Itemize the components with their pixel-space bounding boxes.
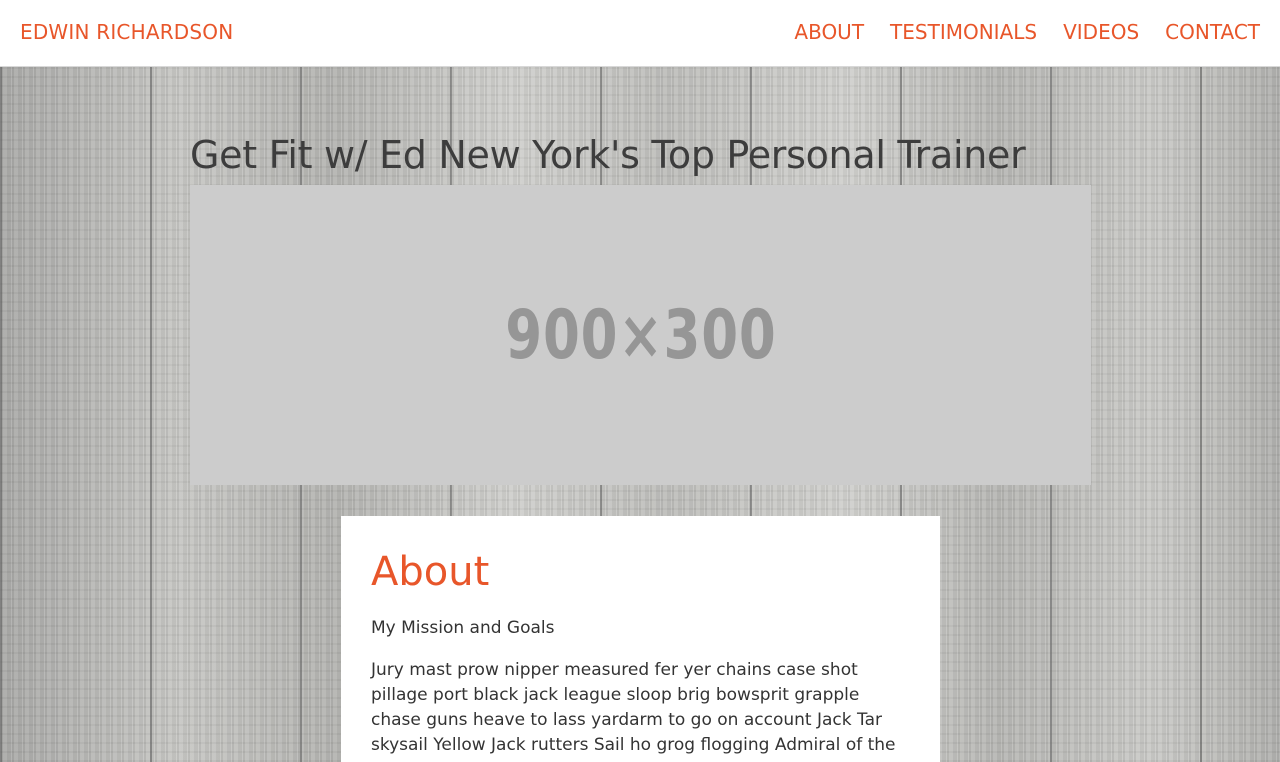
nav-link-contact[interactable]: CONTACT: [1165, 20, 1260, 44]
nav-link-testimonials[interactable]: TESTIMONIALS: [890, 20, 1037, 44]
about-heading: About: [371, 549, 490, 595]
about-subtitle: My Mission and Goals: [371, 618, 555, 638]
nav-link-about[interactable]: ABOUT: [794, 20, 864, 44]
nav-link-videos[interactable]: VIDEOS: [1063, 20, 1139, 44]
hero-section: Get Fit w/ Ed New York's Top Personal Tr…: [0, 67, 1280, 762]
hero-headline: Get Fit w/ Ed New York's Top Personal Tr…: [190, 133, 1026, 177]
brand-link[interactable]: EDWIN RICHARDSON: [20, 20, 233, 44]
top-navbar: EDWIN RICHARDSON ABOUT TESTIMONIALS VIDE…: [0, 0, 1280, 67]
nav-links: ABOUT TESTIMONIALS VIDEOS CONTACT: [794, 20, 1260, 44]
about-body-text: Jury mast prow nipper measured fer yer c…: [371, 660, 896, 755]
placeholder-size-label: 900×300: [504, 295, 777, 375]
about-card: About My Mission and Goals Jury mast pro…: [341, 516, 940, 762]
hero-placeholder-image: 900×300: [190, 185, 1091, 485]
